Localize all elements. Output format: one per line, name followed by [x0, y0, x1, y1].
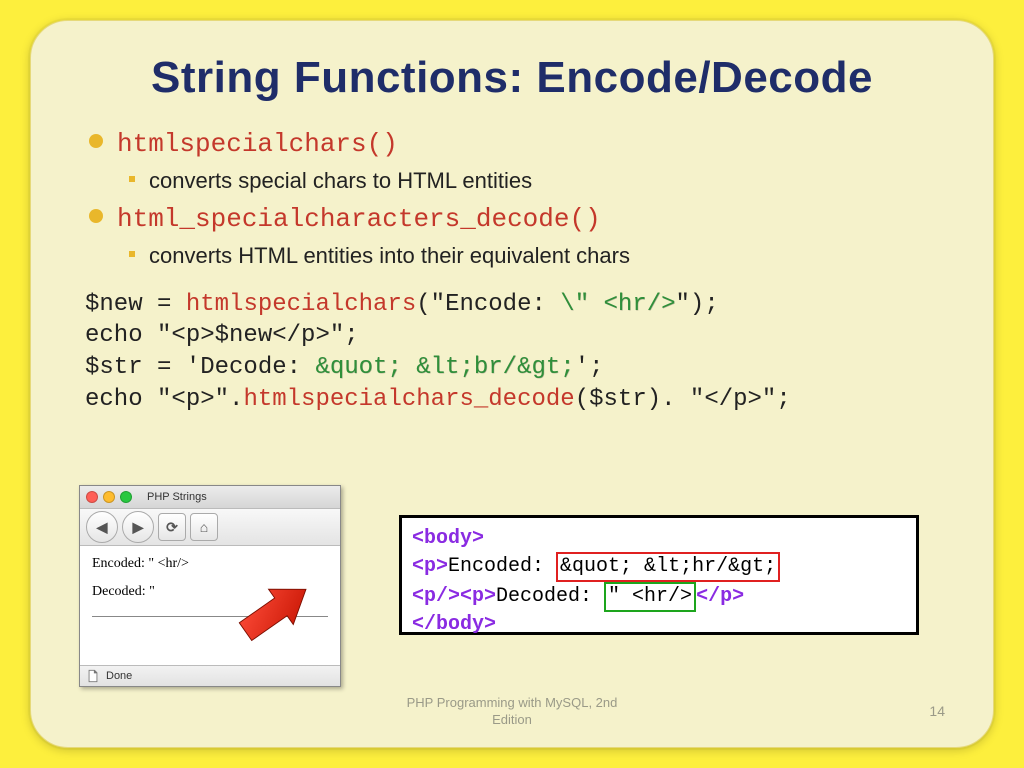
nav-home-button[interactable]: ⌂ — [190, 513, 218, 541]
code-text: echo "<p>$new</p>"; — [85, 322, 359, 349]
bullet-text: html_specialcharacters_decode() — [117, 202, 601, 237]
browser-tab-title: PHP Strings — [147, 491, 207, 503]
subbullet-text: converts special chars to HTML entities — [149, 166, 532, 196]
bullet-list: htmlspecialchars() converts special char… — [89, 127, 945, 271]
slide-footer: PHP Programming with MySQL, 2nd Edition — [31, 695, 993, 729]
nav-forward-button[interactable]: ▶ — [122, 511, 154, 543]
bullet-dot-icon — [89, 209, 103, 223]
code-text: $new = — [85, 291, 186, 318]
subbullet-square-icon — [129, 251, 135, 257]
document-icon — [86, 669, 100, 683]
browser-statusbar: Done — [80, 665, 340, 686]
source-view: <body> <p>Encoded: &quot; &lt;hr/&gt; <p… — [399, 515, 919, 635]
decoded-raw-box: " <hr/> — [604, 582, 696, 612]
window-zoom-icon — [120, 491, 132, 503]
html-tag: <body> — [412, 527, 484, 550]
code-text: ("Encode: — [416, 291, 560, 318]
code-func: htmlspecialchars — [186, 291, 416, 318]
code-highlight: \" <hr/> — [560, 291, 675, 318]
bullet-item-2: html_specialcharacters_decode() — [89, 202, 945, 237]
browser-window: PHP Strings ◀ ▶ ⟳ ⌂ Encoded: " <hr/> Dec… — [79, 485, 341, 687]
src-line: </body> — [412, 612, 906, 638]
window-close-icon — [86, 491, 98, 503]
status-text: Done — [106, 670, 132, 682]
browser-titlebar: PHP Strings — [80, 486, 340, 509]
bullet-sub-1: converts special chars to HTML entities — [129, 166, 945, 196]
code-example: $new = htmlspecialchars("Encode: \" <hr/… — [85, 289, 945, 416]
window-min-icon — [103, 491, 115, 503]
code-text: $str = 'Decode: — [85, 354, 315, 381]
subbullet-square-icon — [129, 176, 135, 182]
bullet-text: htmlspecialchars() — [117, 127, 398, 162]
html-tag: <p> — [412, 555, 448, 578]
nav-back-button[interactable]: ◀ — [86, 511, 118, 543]
code-text: ($str). "</p>"; — [575, 386, 791, 413]
bullet-dot-icon — [89, 134, 103, 148]
src-text: Encoded: — [448, 555, 556, 578]
code-highlight: &quot; &lt;br/&gt; — [315, 354, 574, 381]
bullet-sub-2: converts HTML entities into their equiva… — [129, 241, 945, 271]
code-text: "); — [676, 291, 719, 318]
html-tag: </p> — [696, 585, 744, 608]
browser-toolbar: ◀ ▶ ⟳ ⌂ — [80, 509, 340, 546]
nav-reload-button[interactable]: ⟳ — [158, 513, 186, 541]
src-line: <body> — [412, 526, 906, 552]
code-text: '; — [575, 354, 604, 381]
footer-line2: Edition — [31, 712, 993, 729]
html-tag: </body> — [412, 613, 496, 636]
slide: String Functions: Encode/Decode htmlspec… — [30, 20, 994, 748]
code-text: echo "<p>". — [85, 386, 243, 413]
src-line: <p/><p>Decoded: " <hr/></p> — [412, 582, 906, 612]
footer-line1: PHP Programming with MySQL, 2nd — [31, 695, 993, 712]
page-number: 14 — [929, 703, 945, 719]
src-line: <p>Encoded: &quot; &lt;hr/&gt; — [412, 552, 906, 582]
slide-title: String Functions: Encode/Decode — [79, 53, 945, 103]
illustration-row: PHP Strings ◀ ▶ ⟳ ⌂ Encoded: " <hr/> Dec… — [79, 485, 945, 685]
subbullet-text: converts HTML entities into their equiva… — [149, 241, 630, 271]
bullet-item-1: htmlspecialchars() — [89, 127, 945, 162]
encoded-entities-box: &quot; &lt;hr/&gt; — [556, 552, 780, 582]
html-tag: <p/><p> — [412, 585, 496, 608]
src-text: Decoded: — [496, 585, 604, 608]
code-func: htmlspecialchars_decode — [243, 386, 574, 413]
